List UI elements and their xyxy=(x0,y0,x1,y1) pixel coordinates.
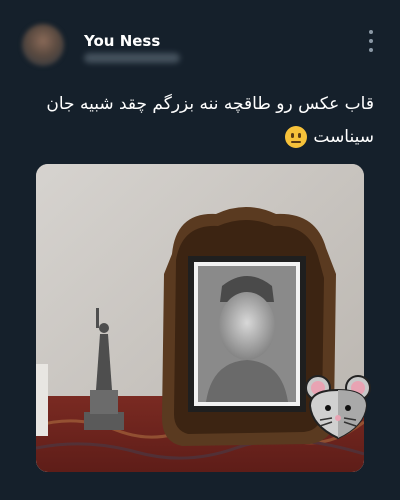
author-name[interactable]: You Ness xyxy=(84,32,160,50)
mouse-icon xyxy=(302,372,374,448)
left-object xyxy=(36,364,48,436)
tweet-text-line-1: قاب عکس رو طاقچه ننه بزرگم چقد شبیه جان xyxy=(46,94,374,114)
avatar[interactable] xyxy=(22,24,64,66)
neutral-face-emoji-icon xyxy=(285,126,308,148)
tweet-text: قاب عکس رو طاقچه ننه بزرگم چقد شبیه جان … xyxy=(34,88,374,154)
author-handle-blurred xyxy=(84,53,180,63)
tweet-text-line-2-wrap: سیناست xyxy=(34,121,374,154)
more-vertical-icon[interactable] xyxy=(366,30,376,52)
mouse-sticker xyxy=(305,375,371,440)
tweet-card[interactable]: You Ness قاب عکس رو طاقچه ننه بزرگم چقد … xyxy=(0,0,400,500)
tweet-text-line-2: سیناست xyxy=(313,127,374,147)
